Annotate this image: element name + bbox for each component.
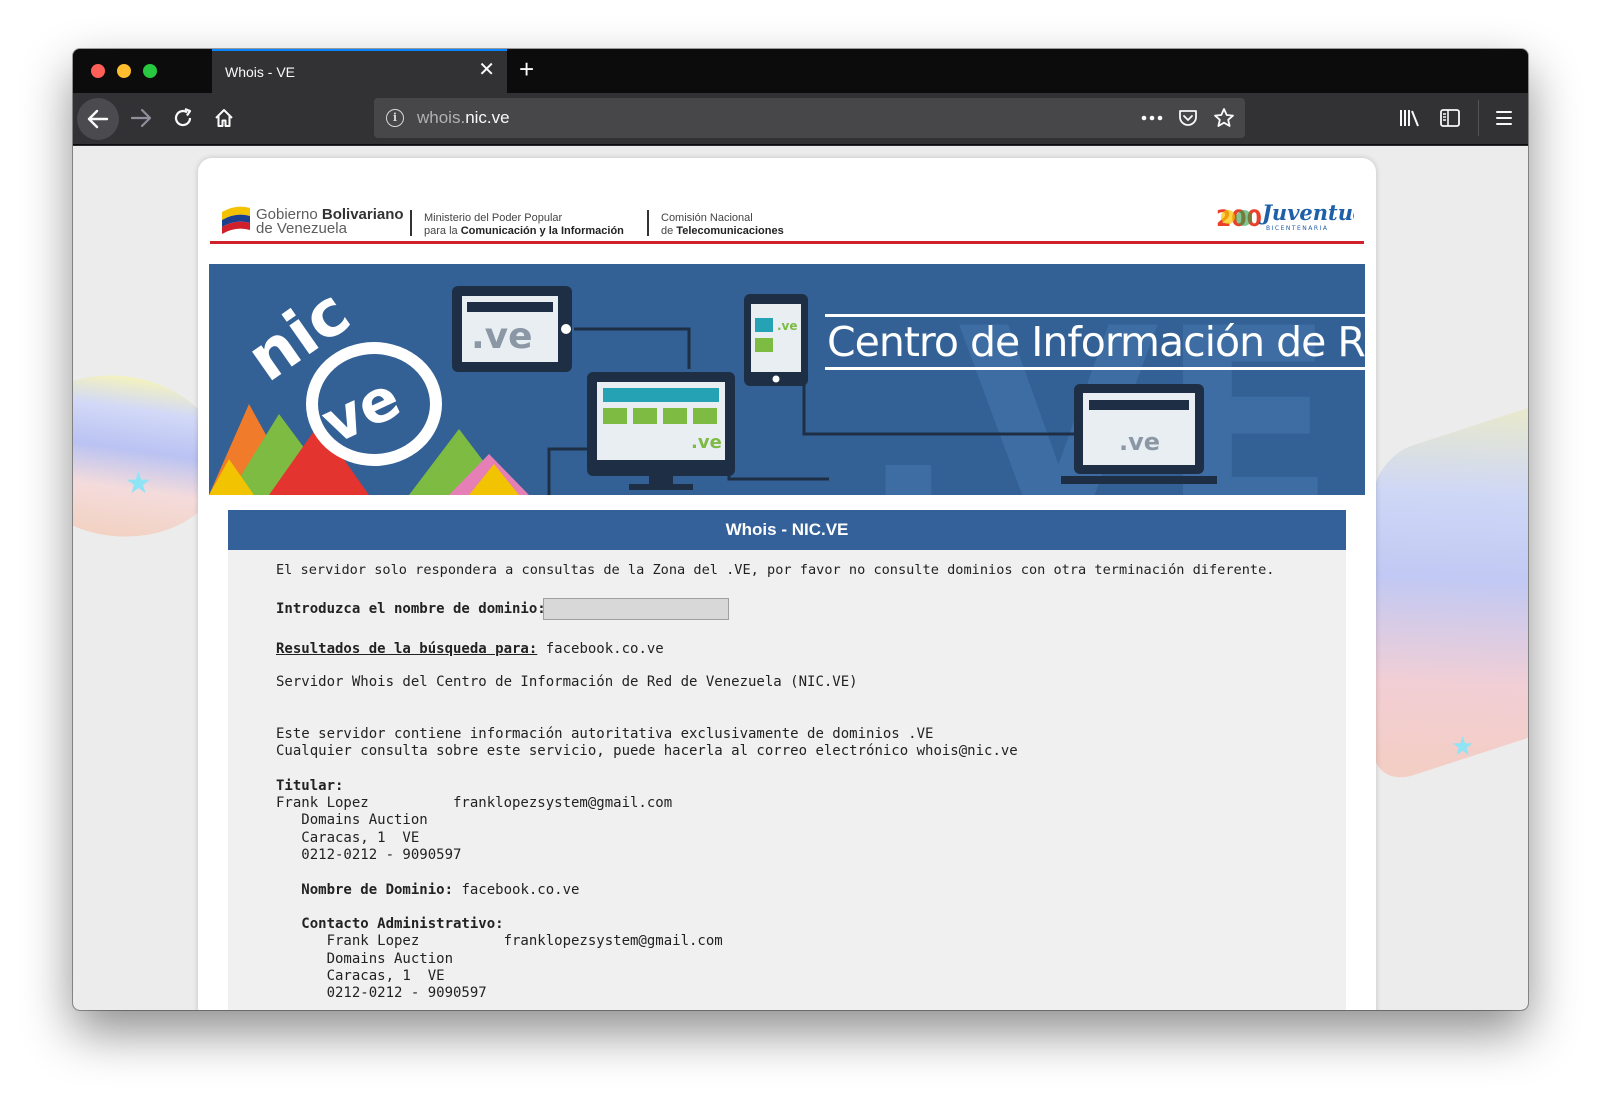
conatel-name: Comisión Nacional de Telecomunicaciones — [661, 212, 784, 238]
conatel-line1: Comisión Nacional — [661, 212, 753, 224]
server-line: Servidor Whois del Centro de Información… — [276, 674, 858, 690]
svg-text:.ve: .ve — [471, 316, 533, 357]
results-domain: facebook.co.ve — [537, 641, 664, 657]
arrow-right-icon — [130, 108, 152, 128]
navigation-toolbar: i whois.nic.ve — [73, 93, 1528, 145]
info-line: Este servidor contiene información autor… — [276, 725, 934, 742]
close-tab-icon[interactable]: ✕ — [478, 60, 495, 80]
titular-org: Domains Auction — [276, 812, 428, 829]
bookmark-button[interactable] — [1211, 104, 1237, 132]
menu-button[interactable] — [1478, 100, 1528, 136]
domain-line: Nombre de Dominio: facebook.co.ve — [276, 882, 1018, 899]
back-button[interactable] — [77, 98, 119, 140]
page-viewport: ★ ★ Gobierno Bolivariano de Venezuela Mi… — [73, 146, 1528, 1010]
conatel-line2-bold: Telecomunicaciones — [676, 225, 784, 237]
government-name: Gobierno Bolivariano de Venezuela — [256, 207, 404, 237]
svg-text:BICENTENARIA: BICENTENARIA — [1266, 225, 1328, 232]
gov-name-line2: de Venezuela — [256, 220, 347, 237]
domain-label: Nombre de Dominio: — [276, 881, 454, 898]
home-icon — [215, 109, 233, 127]
home-button[interactable] — [204, 100, 244, 136]
banner-illustration: .VE nic ve — [209, 274, 1337, 495]
titular-name: Frank Lopez franklopezsystem@gmail.com — [276, 795, 673, 812]
banner-title: Centro de Información de Red — [825, 314, 1365, 370]
ministry-line2-bold: Comunicación y la Información — [460, 225, 624, 237]
new-tab-button[interactable]: + — [519, 55, 534, 83]
hamburger-menu-icon — [1495, 111, 1512, 125]
ministry-line2-light: para la — [424, 225, 461, 237]
whois-output: Servidor Whois del Centro de Información… — [276, 674, 1018, 1003]
url-host: nic.ve — [465, 108, 510, 127]
admin-phone: 0212-0212 - 9090597 — [276, 985, 487, 1002]
info-line: Cualquier consulta sobre este servicio, … — [276, 743, 1018, 760]
ministry-line1: Ministerio del Poder Popular — [424, 212, 563, 224]
titular-phone: 0212-0212 - 9090597 — [276, 846, 462, 863]
divider — [410, 210, 412, 236]
titular-label: Titular: — [276, 777, 344, 794]
reload-icon — [174, 107, 192, 127]
svg-text:.ve: .ve — [1119, 428, 1160, 456]
url-bar[interactable]: i whois.nic.ve — [374, 98, 1245, 138]
government-header: Gobierno Bolivariano de Venezuela Minist… — [210, 194, 1364, 244]
results-line: Resultados de la búsqueda para: facebook… — [276, 641, 664, 657]
venezuela-flag-logo — [222, 206, 250, 234]
star-icon — [1214, 108, 1234, 127]
tab-title: Whois - VE — [225, 64, 296, 80]
library-button[interactable] — [1390, 100, 1430, 136]
domain-value: facebook.co.ve — [453, 881, 580, 898]
sidebar-button[interactable] — [1430, 100, 1470, 136]
info-icon[interactable]: i — [386, 109, 404, 127]
results-label[interactable]: Resultados de la búsqueda para: — [276, 641, 537, 657]
reload-button[interactable] — [163, 100, 203, 136]
admin-name: Frank Lopez franklopezsystem@gmail.com — [276, 933, 723, 950]
svg-text:.ve: .ve — [691, 432, 722, 453]
pocket-icon — [1179, 110, 1197, 126]
url-prefix: whois. — [417, 108, 466, 127]
library-icon — [1400, 110, 1419, 127]
tab-whois[interactable]: Whois - VE ✕ — [212, 49, 507, 93]
juventud-bicentenaria-logo: 200 Juventud BICENTENARIA — [1216, 200, 1354, 232]
close-window-button[interactable] — [91, 64, 105, 78]
star-decoration-icon: ★ — [1451, 731, 1475, 761]
minimize-window-button[interactable] — [117, 64, 131, 78]
whois-panel: Whois - NIC.VE El servidor solo responde… — [228, 510, 1346, 1010]
admin-city: Caracas, 1 VE — [276, 968, 445, 985]
svg-text:Juventud: Juventud — [1258, 200, 1354, 225]
domain-search-input[interactable] — [543, 598, 729, 620]
pocket-button[interactable] — [1175, 104, 1201, 132]
url-text[interactable]: whois.nic.ve — [417, 108, 510, 128]
whois-panel-title: Whois - NIC.VE — [228, 510, 1346, 550]
more-dots-icon — [1141, 115, 1163, 121]
nic-banner: .VE nic ve — [209, 264, 1365, 495]
admin-org: Domains Auction — [276, 950, 454, 967]
titular-city: Caracas, 1 VE — [276, 829, 420, 846]
zoom-window-button[interactable] — [143, 64, 157, 78]
forward-button[interactable] — [121, 100, 161, 136]
tab-strip: Whois - VE ✕ + — [73, 49, 1528, 93]
page-actions-button[interactable] — [1139, 104, 1165, 132]
browser-window: Whois - VE ✕ + i whois.nic.ve ★ ★ Gobier… — [73, 49, 1528, 1010]
star-decoration-icon: ★ — [125, 467, 152, 500]
sidebar-icon — [1440, 109, 1460, 127]
arrow-left-icon — [87, 109, 109, 129]
domain-input-label: Introduzca el nombre de dominio: — [276, 601, 546, 617]
zone-notice: El servidor solo respondera a consultas … — [276, 562, 1275, 578]
page-container: Gobierno Bolivariano de Venezuela Minist… — [198, 158, 1376, 1010]
admin-contact-label: Contacto Administrativo: — [276, 916, 504, 933]
svg-text:.ve: .ve — [777, 319, 798, 333]
divider — [647, 210, 649, 236]
conatel-line2-light: de — [661, 225, 677, 237]
background-ribbon — [1373, 373, 1528, 789]
ministry-name: Ministerio del Poder Popular para la Com… — [424, 212, 624, 238]
